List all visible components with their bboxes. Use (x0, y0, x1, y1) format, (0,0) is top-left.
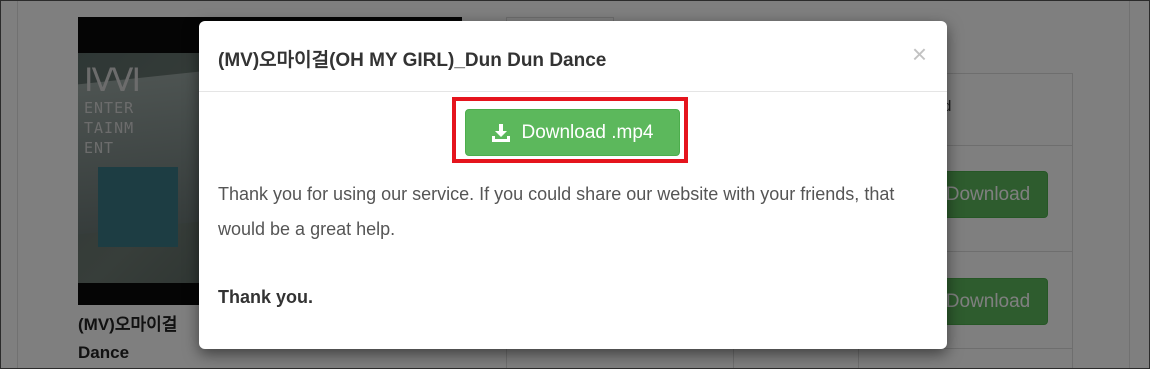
modal-header: (MV)오마이걸(OH MY GIRL)_Dun Dun Dance × (199, 21, 947, 92)
browser-viewport: ⅣⅥ ENTER TAINM ENT (MV)오마이걸 Dance d Down… (0, 0, 1150, 369)
modal-title: (MV)오마이걸(OH MY GIRL)_Dun Dun Dance (218, 50, 607, 71)
close-icon[interactable]: × (912, 41, 927, 67)
download-mp4-button[interactable]: Download .mp4 (465, 109, 680, 156)
modal-message: Thank you for using our service. If you … (218, 184, 895, 239)
download-button-label: Download .mp4 (521, 121, 654, 143)
modal-thanks: Thank you. (218, 287, 314, 307)
download-modal: (MV)오마이걸(OH MY GIRL)_Dun Dun Dance × Dow… (199, 21, 947, 349)
download-icon (492, 123, 511, 142)
